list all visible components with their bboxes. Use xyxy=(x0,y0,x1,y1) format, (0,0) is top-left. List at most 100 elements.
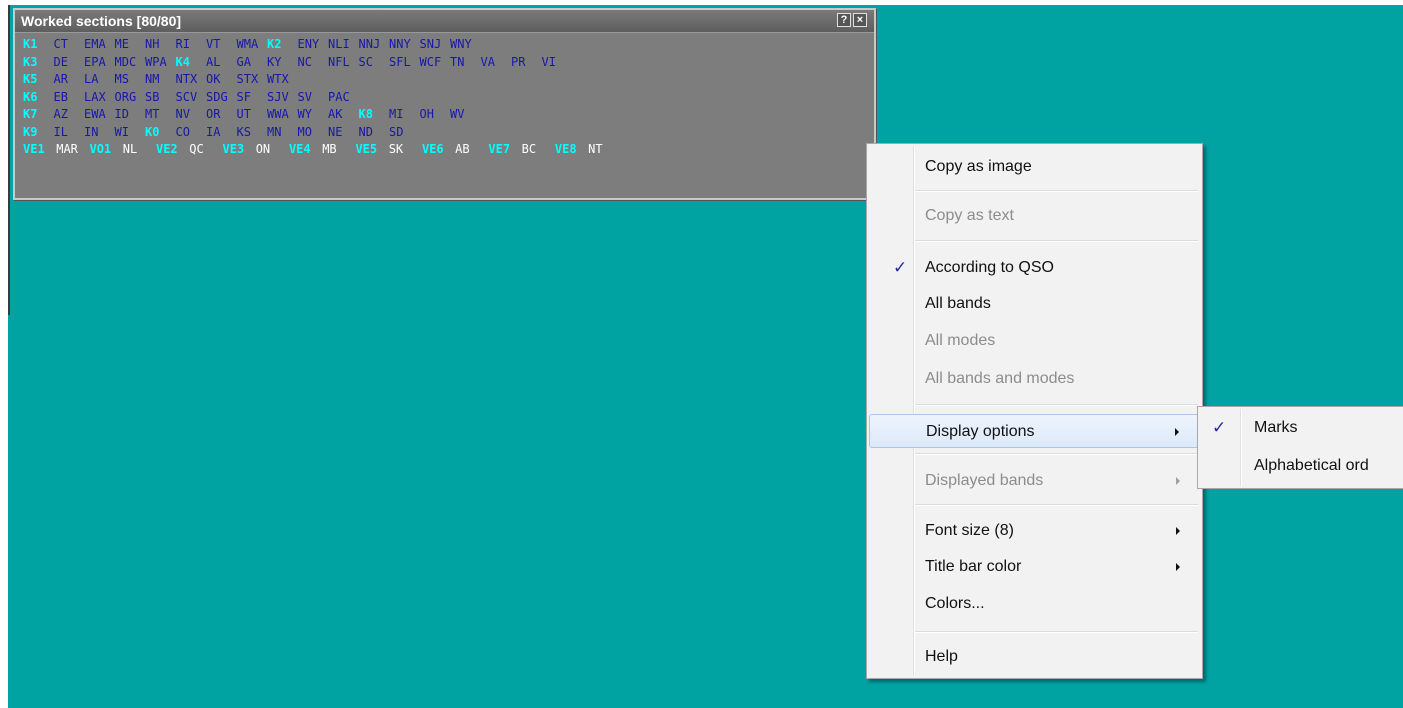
window-edge xyxy=(8,5,10,315)
district-label: VE8 xyxy=(554,142,577,156)
section-cell: RI xyxy=(175,37,190,51)
section-cell: MS xyxy=(114,72,129,86)
section-cell: LA xyxy=(84,72,99,86)
section-cell: WCF xyxy=(419,54,442,69)
menu-item-copy-as-image[interactable]: Copy as image xyxy=(869,150,1200,184)
submenu-item-marks[interactable]: ✓ Marks xyxy=(1200,411,1403,445)
section-cell: DE xyxy=(53,54,68,69)
district-label: K1 xyxy=(23,37,38,51)
menu-item-help[interactable]: Help xyxy=(869,640,1200,674)
menu-item-label: Marks xyxy=(1254,419,1298,436)
menu-item-label: Display options xyxy=(926,423,1035,440)
menu-item-label: Font size (8) xyxy=(925,522,1014,539)
section-cell: SB xyxy=(145,89,160,104)
help-button[interactable]: ? xyxy=(837,13,851,27)
section-cell: PR xyxy=(511,54,526,69)
menu-separator xyxy=(915,453,1198,455)
window-title: Worked sections [80/80] xyxy=(21,13,182,29)
district-label: K2 xyxy=(267,37,282,51)
menu-item-all-bands[interactable]: All bands xyxy=(869,287,1200,321)
submenu-arrow-icon xyxy=(1176,563,1180,571)
menu-item-all-bands-and-modes[interactable]: All bands and modes xyxy=(869,362,1200,396)
section-cell: GA xyxy=(236,54,251,69)
submenu-arrow-icon xyxy=(1176,477,1180,485)
section-cell: AK xyxy=(328,107,343,121)
section-cell: WNY xyxy=(450,37,472,51)
menu-item-label: Title bar color xyxy=(925,558,1022,575)
close-button[interactable]: × xyxy=(853,13,867,27)
section-cell: NH xyxy=(145,37,160,51)
section-cell: IL xyxy=(53,124,68,139)
section-cell: EB xyxy=(53,89,68,104)
district-label: VE5 xyxy=(355,142,378,156)
menu-item-colors[interactable]: Colors... xyxy=(869,587,1200,621)
section-cell: OK xyxy=(206,72,221,86)
menu-separator xyxy=(915,190,1198,192)
menu-item-label: Alphabetical ord xyxy=(1254,457,1369,474)
menu-item-display-options[interactable]: Display options xyxy=(869,414,1200,448)
district-label: K7 xyxy=(23,107,38,121)
section-cell: NL xyxy=(122,142,138,156)
section-cell: SK xyxy=(388,142,404,156)
menu-item-title-bar-color[interactable]: Title bar color xyxy=(869,550,1200,584)
menu-item-copy-as-text[interactable]: Copy as text xyxy=(869,199,1200,233)
section-cell: EWA xyxy=(84,107,106,121)
district-label: K4 xyxy=(175,54,190,69)
menu-item-label: Help xyxy=(925,648,958,665)
section-cell: SNJ xyxy=(419,37,442,51)
section-cell: VA xyxy=(480,54,495,69)
submenu-arrow-icon xyxy=(1176,527,1180,535)
section-cell: SV xyxy=(297,89,312,104)
menu-item-displayed-bands[interactable]: Displayed bands xyxy=(869,464,1200,498)
menu-item-all-modes[interactable]: All modes xyxy=(869,324,1200,358)
menu-item-label: All modes xyxy=(925,332,996,349)
menu-separator xyxy=(915,504,1198,506)
section-cell: UT xyxy=(236,107,251,121)
section-cell: IN xyxy=(84,124,99,139)
menu-item-according-to-qso[interactable]: ✓ According to QSO xyxy=(869,251,1200,285)
menu-separator xyxy=(915,631,1198,633)
menu-item-label: Colors... xyxy=(925,595,985,612)
worked-sections-window: Worked sections [80/80] ? × K1 CT EMA ME NH R… xyxy=(13,8,876,200)
section-cell: OH xyxy=(419,107,434,121)
section-cell: ENY xyxy=(297,37,320,51)
section-cell: MB xyxy=(322,142,337,156)
menu-item-font-size[interactable]: Font size (8) xyxy=(869,514,1200,548)
section-cell: AR xyxy=(53,72,68,86)
district-label: K9 xyxy=(23,124,38,139)
title-bar[interactable]: Worked sections [80/80] ? × xyxy=(15,10,874,33)
section-cell: WWA xyxy=(267,107,289,121)
district-label: K0 xyxy=(145,124,160,139)
section-cell: CO xyxy=(175,124,190,139)
section-cell: AZ xyxy=(53,107,68,121)
district-label: VE4 xyxy=(288,142,311,156)
section-cell: NTX xyxy=(175,72,198,86)
menu-separator xyxy=(915,404,1198,406)
district-label: VE6 xyxy=(421,142,444,156)
section-cell: KY xyxy=(267,54,282,69)
menu-item-label: Copy as image xyxy=(925,158,1032,175)
section-cell: WMA xyxy=(236,37,259,51)
section-cell: ORG xyxy=(114,89,137,104)
section-cell: KS xyxy=(236,124,251,139)
menu-item-label: All bands and modes xyxy=(925,370,1075,387)
district-label: VE2 xyxy=(155,142,178,156)
section-cell: VI xyxy=(541,54,556,69)
section-cell: SFL xyxy=(389,54,411,69)
section-cell: TN xyxy=(450,54,465,69)
section-cell: IA xyxy=(206,124,221,139)
section-cell: SDG xyxy=(206,89,228,104)
district-label: VE1 xyxy=(23,142,45,156)
district-label: K8 xyxy=(358,107,373,121)
section-cell: WPA xyxy=(145,54,167,69)
section-cell: SC xyxy=(358,54,373,69)
section-cell: OR xyxy=(206,107,221,121)
section-cell: SF xyxy=(236,89,251,104)
menu-item-label: Copy as text xyxy=(925,207,1014,224)
submenu-item-alphabetical-order[interactable]: Alphabetical ord xyxy=(1200,449,1403,483)
section-cell: MI xyxy=(389,107,404,121)
context-menu: Copy as image Copy as text ✓ According t… xyxy=(866,143,1203,679)
district-label: VO1 xyxy=(89,142,112,156)
section-cell: EMA xyxy=(84,37,106,51)
checkmark-icon: ✓ xyxy=(1212,418,1227,437)
